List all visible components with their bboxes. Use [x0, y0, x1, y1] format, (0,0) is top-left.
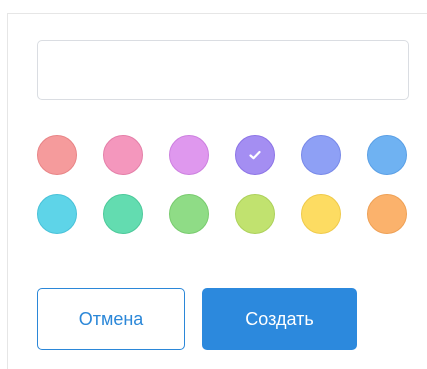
color-swatch-violet[interactable]: [169, 135, 209, 175]
color-swatch-cyan[interactable]: [37, 194, 77, 234]
color-swatch-purple[interactable]: [235, 135, 275, 175]
cancel-button-label: Отмена: [78, 308, 144, 329]
color-swatch-blue[interactable]: [367, 135, 407, 175]
color-swatch-lime[interactable]: [235, 194, 275, 234]
color-swatch-indigo[interactable]: [301, 135, 341, 175]
check-icon: [249, 150, 261, 160]
color-swatch-red[interactable]: [37, 135, 77, 175]
name-input[interactable]: [37, 40, 409, 100]
color-swatch-pink[interactable]: [103, 135, 143, 175]
color-swatch-teal[interactable]: [103, 194, 143, 234]
create-button[interactable]: Создать: [202, 288, 357, 350]
cancel-button[interactable]: Отмена: [37, 288, 185, 350]
color-swatch-green[interactable]: [169, 194, 209, 234]
color-swatch-yellow[interactable]: [301, 194, 341, 234]
create-button-label: Создать: [245, 308, 314, 329]
color-swatch-orange[interactable]: [367, 194, 407, 234]
